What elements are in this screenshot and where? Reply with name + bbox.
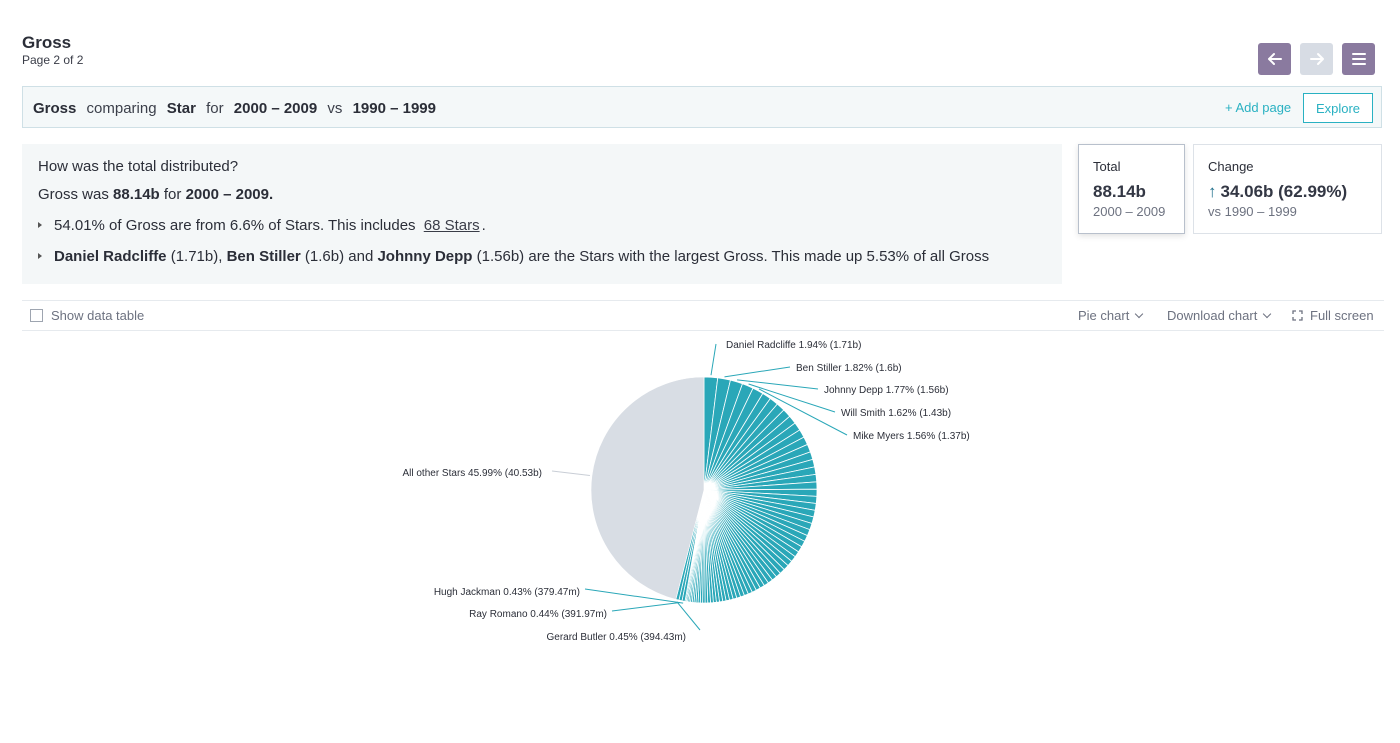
insight-text: 54.01% of Gross are from 6.6% of Stars. … xyxy=(54,217,416,234)
change-card[interactable]: Change ↑ 34.06b (62.99%) vs 1990 – 1999 xyxy=(1193,144,1382,234)
pie-slice-label: Will Smith 1.62% (1.43b) xyxy=(841,408,951,419)
menu-button[interactable] xyxy=(1342,43,1375,75)
pie-leader-line xyxy=(724,366,791,378)
query-dimension: Star xyxy=(166,100,196,117)
page-counter: Page 2 of 2 xyxy=(22,53,84,67)
star-name: Ben Stiller xyxy=(226,248,301,265)
insight-bullet-distribution: 54.01% of Gross are from 6.6% of Stars. … xyxy=(38,217,486,234)
query-word-comparing: comparing xyxy=(86,100,157,117)
query-word-for: for xyxy=(206,100,224,117)
pie-slice-label: Gerard Butler 0.45% (394.43m) xyxy=(546,632,686,643)
insight-text: (1.56b) are the Stars with the largest G… xyxy=(472,248,990,265)
pie-slices xyxy=(590,376,818,604)
insight-question: How was the total distributed? xyxy=(38,158,239,175)
stars-count-link[interactable]: 68 Stars xyxy=(424,217,480,234)
expand-icon xyxy=(1292,310,1303,321)
insight-total-line: Gross was 88.14b for 2000 – 2009. xyxy=(38,186,273,203)
show-data-table-label[interactable]: Show data table xyxy=(51,308,144,323)
pie-leader-line xyxy=(551,470,590,477)
query-description[interactable]: Gross comparing Star for 2000 – 2009 vs … xyxy=(33,100,442,117)
insight-value: 88.14b xyxy=(113,186,160,203)
next-page-button[interactable] xyxy=(1300,43,1333,75)
total-period: 2000 – 2009 xyxy=(1093,204,1166,219)
query-bar: Gross comparing Star for 2000 – 2009 vs … xyxy=(22,86,1382,128)
full-screen-label: Full screen xyxy=(1310,308,1374,323)
previous-page-button[interactable] xyxy=(1258,43,1291,75)
query-word-vs: vs xyxy=(327,100,343,117)
change-value-row: ↑ 34.06b (62.99%) xyxy=(1208,182,1347,202)
pie-slice-label: Mike Myers 1.56% (1.37b) xyxy=(853,431,970,442)
insight-text: Gross was xyxy=(38,186,114,203)
query-measure: Gross xyxy=(33,100,77,117)
explore-button[interactable]: Explore xyxy=(1303,93,1373,123)
bullet-triangle-icon xyxy=(38,253,42,260)
pie-slice-label: Hugh Jackman 0.43% (379.47m) xyxy=(434,587,580,598)
page-title: Gross xyxy=(22,33,72,52)
pie-slice-label: Ray Romano 0.44% (391.97m) xyxy=(469,609,607,620)
insight-text: (1.6b) and xyxy=(300,248,378,265)
bullet-triangle-icon xyxy=(38,222,42,229)
pie-slice-label: Johnny Depp 1.77% (1.56b) xyxy=(824,385,949,396)
full-screen-button[interactable]: Full screen xyxy=(1292,308,1374,323)
pie-leader-line xyxy=(710,343,717,376)
pie-chart: Daniel Radcliffe 1.94% (1.71b) Ben Stille… xyxy=(402,340,970,643)
download-chart-label: Download chart xyxy=(1167,308,1258,323)
pie-slice-label: All other Stars 45.99% (40.53b) xyxy=(402,468,542,479)
arrow-left-icon xyxy=(1267,53,1282,65)
chart-type-label: Pie chart xyxy=(1078,308,1130,323)
add-page-link[interactable]: + Add page xyxy=(1225,100,1291,115)
insight-text: (1.71b), xyxy=(166,248,227,265)
change-comparison: vs 1990 – 1999 xyxy=(1208,204,1297,219)
query-period: 2000 – 2009 xyxy=(233,100,318,117)
pie-leader-line xyxy=(676,601,701,631)
total-value: 88.14b xyxy=(1093,182,1146,201)
change-value: 34.06b (62.99%) xyxy=(1220,182,1348,201)
insight-bullet-top-stars: Daniel Radcliffe (1.71b), Ben Stiller (1… xyxy=(38,248,989,265)
chevron-down-icon xyxy=(1135,309,1144,319)
chevron-down-icon xyxy=(1263,309,1272,319)
arrow-right-icon xyxy=(1309,53,1324,65)
chart-toolbar: Show data table Pie chart Download chart… xyxy=(22,300,1384,331)
arrow-up-icon: ↑ xyxy=(1208,182,1217,201)
pie-leader-line xyxy=(611,601,681,612)
insight-text: for xyxy=(159,186,186,203)
insight-panel: How was the total distributed? Gross was… xyxy=(22,144,1062,284)
download-chart-dropdown[interactable]: Download chart xyxy=(1167,308,1272,323)
show-data-table-checkbox[interactable] xyxy=(30,309,43,322)
pie-slice-label: Daniel Radcliffe 1.94% (1.71b) xyxy=(726,340,861,351)
hamburger-menu-icon xyxy=(1351,53,1366,65)
pie-slice-label: Ben Stiller 1.82% (1.6b) xyxy=(796,363,902,374)
chart-type-dropdown[interactable]: Pie chart xyxy=(1078,308,1144,323)
insight-text: . xyxy=(481,217,486,234)
change-label: Change xyxy=(1208,159,1254,174)
total-label: Total xyxy=(1093,159,1121,174)
query-compare-period: 1990 – 1999 xyxy=(352,100,436,117)
insight-period: 2000 – 2009. xyxy=(185,186,274,203)
star-name: Johnny Depp xyxy=(377,248,473,265)
total-card[interactable]: Total 88.14b 2000 – 2009 xyxy=(1078,144,1185,234)
star-name: Daniel Radcliffe xyxy=(54,248,167,265)
